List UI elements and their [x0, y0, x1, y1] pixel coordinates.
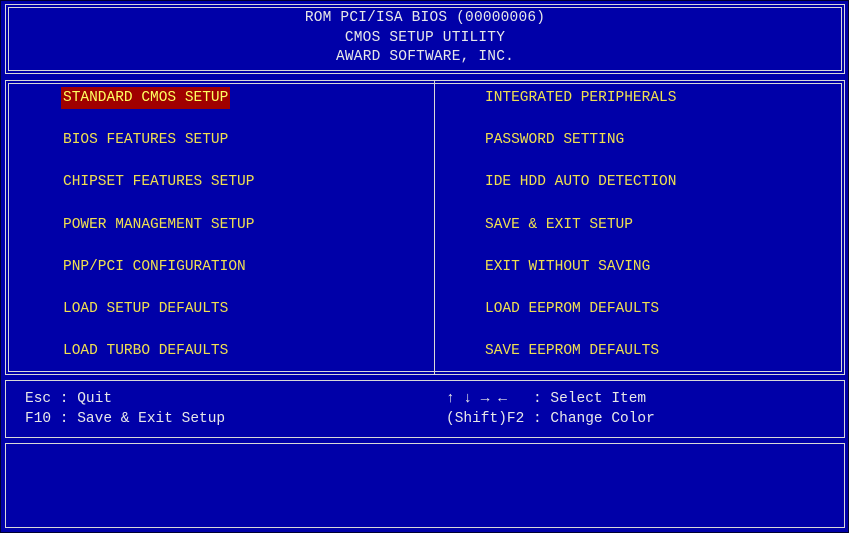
title-panel: ROM PCI/ISA BIOS (00000006) CMOS SETUP U… — [5, 4, 845, 74]
key-help-left: Esc : Quit F10 : Save & Exit Setup — [25, 389, 225, 429]
menu-item-label: EXIT WITHOUT SAVING — [485, 258, 651, 275]
menu-item-ide-hdd-auto-detection[interactable]: IDE HDD AUTO DETECTION — [483, 170, 678, 212]
menu-item-label: STANDARD CMOS SETUP — [61, 87, 231, 109]
menu-item-password-setting[interactable]: PASSWORD SETTING — [483, 128, 678, 170]
menu-item-label: SAVE & EXIT SETUP — [485, 216, 633, 233]
menu-item-label: CHIPSET FEATURES SETUP — [63, 174, 255, 191]
menu-item-label: LOAD EEPROM DEFAULTS — [485, 300, 660, 317]
key-help-select-item: ↑ ↓ → ← : Select Item — [446, 391, 647, 407]
key-help-right: ↑ ↓ → ← : Select Item (Shift)F2 : Change… — [446, 389, 655, 429]
menu-item-label: PASSWORD SETTING — [485, 132, 625, 149]
menu-item-label: SAVE EEPROM DEFAULTS — [485, 343, 660, 360]
item-description-panel — [5, 443, 845, 528]
menu-item-label: LOAD SETUP DEFAULTS — [63, 300, 229, 317]
menu-item-load-turbo-defaults[interactable]: LOAD TURBO DEFAULTS — [61, 339, 256, 381]
menu-item-load-eeprom-defaults[interactable]: LOAD EEPROM DEFAULTS — [483, 297, 678, 339]
menu-column-divider — [434, 81, 435, 374]
menu-item-load-setup-defaults[interactable]: LOAD SETUP DEFAULTS — [61, 297, 256, 339]
menu-item-chipset-features-setup[interactable]: CHIPSET FEATURES SETUP — [61, 170, 256, 212]
menu-right-column: INTEGRATED PERIPHERALS PASSWORD SETTING … — [483, 86, 678, 381]
key-help-change-color: (Shift)F2 : Change Color — [446, 411, 655, 427]
menu-item-bios-features-setup[interactable]: BIOS FEATURES SETUP — [61, 128, 256, 170]
menu-item-standard-cmos-setup[interactable]: STANDARD CMOS SETUP — [61, 86, 256, 128]
key-help-quit: Esc : Quit — [25, 391, 113, 407]
menu-item-pnp-pci-configuration[interactable]: PNP/PCI CONFIGURATION — [61, 255, 256, 297]
bios-screen: ROM PCI/ISA BIOS (00000006) CMOS SETUP U… — [0, 0, 849, 533]
bios-title: ROM PCI/ISA BIOS (00000006) CMOS SETUP U… — [6, 9, 844, 68]
bios-title-line-1: ROM PCI/ISA BIOS (00000006) — [304, 10, 546, 26]
menu-item-label: INTEGRATED PERIPHERALS — [485, 90, 677, 106]
menu-item-label: POWER MANAGEMENT SETUP — [63, 216, 255, 233]
menu-left-column: STANDARD CMOS SETUP BIOS FEATURES SETUP … — [61, 86, 256, 381]
menu-item-integrated-peripherals[interactable]: INTEGRATED PERIPHERALS — [483, 86, 678, 128]
key-help-save-exit: F10 : Save & Exit Setup — [25, 411, 226, 427]
menu-item-label: IDE HDD AUTO DETECTION — [485, 174, 677, 191]
menu-item-label: PNP/PCI CONFIGURATION — [63, 258, 246, 275]
menu-item-exit-without-saving[interactable]: EXIT WITHOUT SAVING — [483, 255, 678, 297]
menu-item-save-eeprom-defaults[interactable]: SAVE EEPROM DEFAULTS — [483, 339, 678, 381]
menu-item-label: BIOS FEATURES SETUP — [63, 132, 229, 149]
menu-item-label: LOAD TURBO DEFAULTS — [63, 343, 229, 360]
main-menu-panel: STANDARD CMOS SETUP BIOS FEATURES SETUP … — [5, 80, 845, 375]
menu-item-power-management-setup[interactable]: POWER MANAGEMENT SETUP — [61, 213, 256, 255]
menu-item-save-exit-setup[interactable]: SAVE & EXIT SETUP — [483, 213, 678, 255]
key-help-panel: Esc : Quit F10 : Save & Exit Setup ↑ ↓ →… — [5, 380, 845, 438]
bios-title-line-3: AWARD SOFTWARE, INC. — [335, 49, 515, 65]
bios-title-line-2: CMOS SETUP UTILITY — [344, 29, 506, 46]
